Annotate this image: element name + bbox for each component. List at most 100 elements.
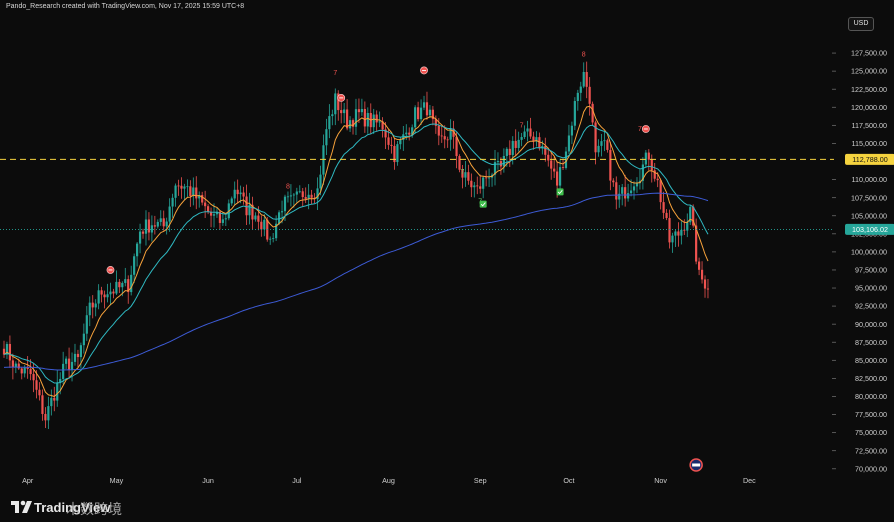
candle-body	[245, 196, 248, 216]
price-chart[interactable]: 127,500.00 125,000.00 122,500.00 120,000.00…	[0, 0, 894, 494]
footer-bar: TradingView 木数跨境	[0, 494, 894, 522]
tradingview-logo-icon[interactable]	[10, 498, 34, 516]
td-count-label: 8	[286, 183, 290, 190]
candle-body	[103, 294, 106, 298]
candle-body	[414, 107, 417, 128]
candle-body	[17, 363, 20, 369]
candle-body	[585, 71, 588, 87]
candle-body	[224, 218, 227, 220]
candle-body	[570, 125, 574, 136]
candle-body	[671, 235, 674, 243]
time-tick-label: Sep	[474, 476, 487, 485]
candle-body	[289, 195, 293, 197]
candle-body	[65, 358, 68, 364]
candle-body	[206, 206, 210, 212]
candle-body	[635, 183, 639, 187]
candle-body	[304, 197, 307, 199]
last-price-tag: 103,106.02	[852, 225, 888, 234]
td-count-label: 8	[582, 52, 586, 59]
currency-button[interactable]: USD	[848, 17, 874, 31]
candle-body	[419, 107, 423, 120]
candle-body	[588, 86, 591, 104]
price-axis: 127,500.00 125,000.00 122,500.00 120,000.00…	[832, 30, 894, 485]
candles	[2, 61, 710, 430]
candle-body	[11, 360, 14, 368]
candle-body	[514, 140, 517, 148]
candle-body	[263, 219, 266, 230]
candle-body	[446, 139, 449, 141]
price-tick-label: 77,500.00	[855, 410, 887, 419]
candle-body	[195, 187, 198, 199]
candle-body	[464, 172, 467, 178]
candle-body	[82, 333, 85, 346]
candle-body	[328, 116, 331, 130]
candle-body	[186, 186, 189, 188]
candle-body	[538, 137, 541, 149]
candle-body	[35, 380, 38, 390]
price-tick-label: 87,500.00	[855, 338, 887, 347]
candle-body	[340, 110, 343, 114]
candle-body	[582, 71, 585, 87]
candle-body	[706, 288, 710, 290]
candle-body	[91, 302, 94, 308]
candle-body	[76, 353, 80, 358]
price-tick-label: 85,000.00	[855, 356, 887, 365]
candle-body	[233, 189, 236, 199]
candle-body	[547, 154, 550, 161]
candle-body	[325, 129, 328, 146]
candle-body	[112, 291, 115, 294]
time-tick-label: Apr	[22, 476, 34, 485]
candle-body	[20, 368, 23, 374]
candle-body	[600, 141, 603, 146]
candle-body	[310, 194, 313, 198]
candle-body	[334, 93, 337, 115]
candle-body	[579, 86, 582, 93]
candle-body	[440, 135, 443, 137]
candle-body	[88, 302, 91, 316]
time-tick-label: Jun	[202, 476, 214, 485]
price-tick-label: 80,000.00	[855, 392, 887, 401]
candle-body	[97, 290, 100, 304]
candle-body	[331, 114, 334, 117]
ema-line-21	[3, 123, 709, 384]
td-buy-signal-icon[interactable]	[479, 200, 487, 208]
candle-body	[230, 198, 233, 204]
price-tick-label: 110,000.00	[852, 175, 887, 184]
candle-body	[390, 144, 393, 146]
td-count-label: 7	[520, 123, 524, 130]
candle-body	[292, 194, 295, 196]
candle-body	[283, 196, 287, 212]
price-tick-label: 107,500.00	[851, 193, 887, 202]
candle-body	[422, 102, 426, 108]
candle-body	[700, 269, 704, 280]
candle-body	[212, 214, 216, 216]
candle-body	[301, 191, 304, 198]
candle-body	[632, 186, 636, 191]
candle-body	[94, 303, 97, 308]
candle-body	[165, 221, 168, 227]
candle-body	[56, 382, 59, 401]
candle-body	[425, 102, 429, 116]
candle-body	[26, 367, 29, 369]
candle-body	[378, 121, 381, 123]
candle-body	[644, 152, 647, 165]
candle-body	[239, 192, 242, 195]
candle-body	[416, 107, 420, 120]
candle-body	[171, 197, 174, 207]
candle-body	[221, 219, 224, 223]
candle-body	[322, 145, 325, 175]
candle-body	[29, 368, 32, 375]
candle-body	[526, 128, 529, 132]
event-icon[interactable]	[689, 458, 703, 472]
candle-body	[204, 202, 207, 207]
time-tick-label: Nov	[654, 476, 667, 485]
candle-body	[133, 256, 136, 275]
candle-body	[47, 406, 50, 421]
candle-body	[298, 191, 301, 193]
candle-body	[458, 156, 461, 170]
candle-body	[467, 172, 470, 181]
td-buy-signal-icon[interactable]	[556, 188, 564, 196]
candle-body	[41, 395, 44, 414]
candle-body	[295, 191, 298, 195]
candle-body	[286, 196, 290, 198]
